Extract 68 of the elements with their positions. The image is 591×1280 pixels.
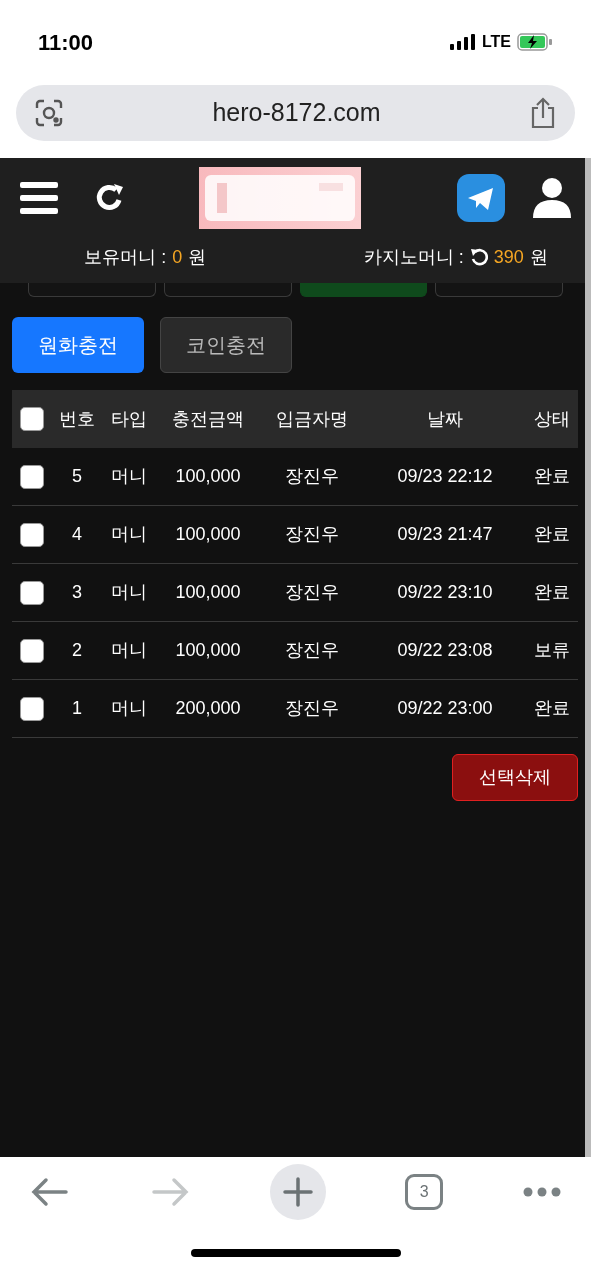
user-icon[interactable] (533, 178, 571, 218)
checkbox[interactable] (20, 638, 44, 663)
plus-icon (282, 1177, 313, 1207)
table-cell-text: 완료 (533, 465, 571, 488)
table-cell-text: 장진우 (284, 465, 340, 488)
table-cell-text: 09/23 21:47 (396, 523, 494, 546)
battery-charging-icon (517, 33, 553, 51)
table-cell-text: 보류 (533, 639, 571, 662)
column-header: 상태 (533, 407, 571, 431)
table-cell-text: 09/22 23:10 (396, 581, 494, 604)
tab-count-button[interactable]: 3 (405, 1174, 444, 1210)
charge-tab[interactable]: 코인충전 (160, 317, 292, 373)
table-cell-text: 4 (71, 523, 83, 546)
table-cell-text: 장진우 (284, 697, 340, 720)
table-cell-text: 완료 (533, 697, 571, 720)
more-icon[interactable] (523, 1187, 561, 1197)
table-cell-text: 100,000 (174, 465, 242, 488)
table-cell-text: 100,000 (174, 523, 242, 546)
table-cell-text: 머니 (110, 465, 148, 488)
checkbox[interactable] (20, 522, 44, 547)
checkbox[interactable] (20, 407, 44, 431)
table-cell-text: 2 (71, 639, 83, 662)
url-text[interactable]: hero-8172.com (64, 94, 529, 132)
table-cell-text: 완료 (533, 581, 571, 604)
refresh-icon[interactable] (469, 248, 488, 266)
currency-unit: 원 (529, 245, 548, 269)
table-cell-text: 3 (71, 581, 83, 604)
lens-icon[interactable] (34, 98, 64, 128)
table-cell-text: 머니 (110, 697, 148, 720)
checkbox[interactable] (20, 580, 44, 605)
signal-icon (449, 34, 476, 50)
delete-selected-button[interactable]: 선택삭제 (452, 754, 578, 801)
table-cell-text: 머니 (110, 581, 148, 604)
column-header: 타입 (110, 407, 148, 431)
column-header: 충전금액 (171, 407, 245, 431)
balance-value: 390 (493, 245, 524, 269)
network-label: LTE (481, 32, 511, 52)
balance-value: 0 (172, 245, 183, 269)
table-cell-text: 완료 (533, 523, 571, 546)
currency-unit: 원 (188, 245, 207, 269)
clock: 11:00 (38, 28, 94, 57)
balance-label: 보유머니 : (84, 245, 167, 269)
menu-icon[interactable] (20, 182, 58, 214)
column-header: 날짜 (426, 407, 464, 431)
share-icon[interactable] (529, 97, 557, 129)
balance-label: 카지노머니 : (363, 245, 464, 269)
telegram-icon[interactable] (457, 174, 505, 222)
table-cell-text: 100,000 (174, 639, 242, 662)
table-cell-text: 09/22 23:08 (396, 639, 494, 662)
table-cell-text: 장진우 (284, 523, 340, 546)
checkbox[interactable] (20, 464, 44, 489)
table-cell-text: 100,000 (174, 581, 242, 604)
forward-icon (149, 1177, 190, 1207)
table-cell-text: 장진우 (284, 639, 340, 662)
back-icon[interactable] (30, 1177, 70, 1207)
address-bar[interactable]: hero-8172.com (16, 85, 575, 141)
table-cell-text: 5 (71, 465, 83, 488)
table-cell-text: 머니 (110, 639, 148, 662)
table-cell-text: 200,000 (174, 697, 242, 720)
charge-tab[interactable]: 원화충전 (12, 317, 144, 373)
table-cell-text: 장진우 (284, 581, 340, 604)
column-header: 입금자명 (275, 407, 349, 431)
table-cell-text: 09/23 22:12 (396, 465, 494, 488)
table-cell-text: 머니 (110, 523, 148, 546)
table-cell-text: 1 (71, 697, 83, 720)
column-header: 번호 (58, 407, 96, 431)
checkbox[interactable] (20, 696, 44, 721)
table-cell-text: 09/22 23:00 (396, 697, 494, 720)
